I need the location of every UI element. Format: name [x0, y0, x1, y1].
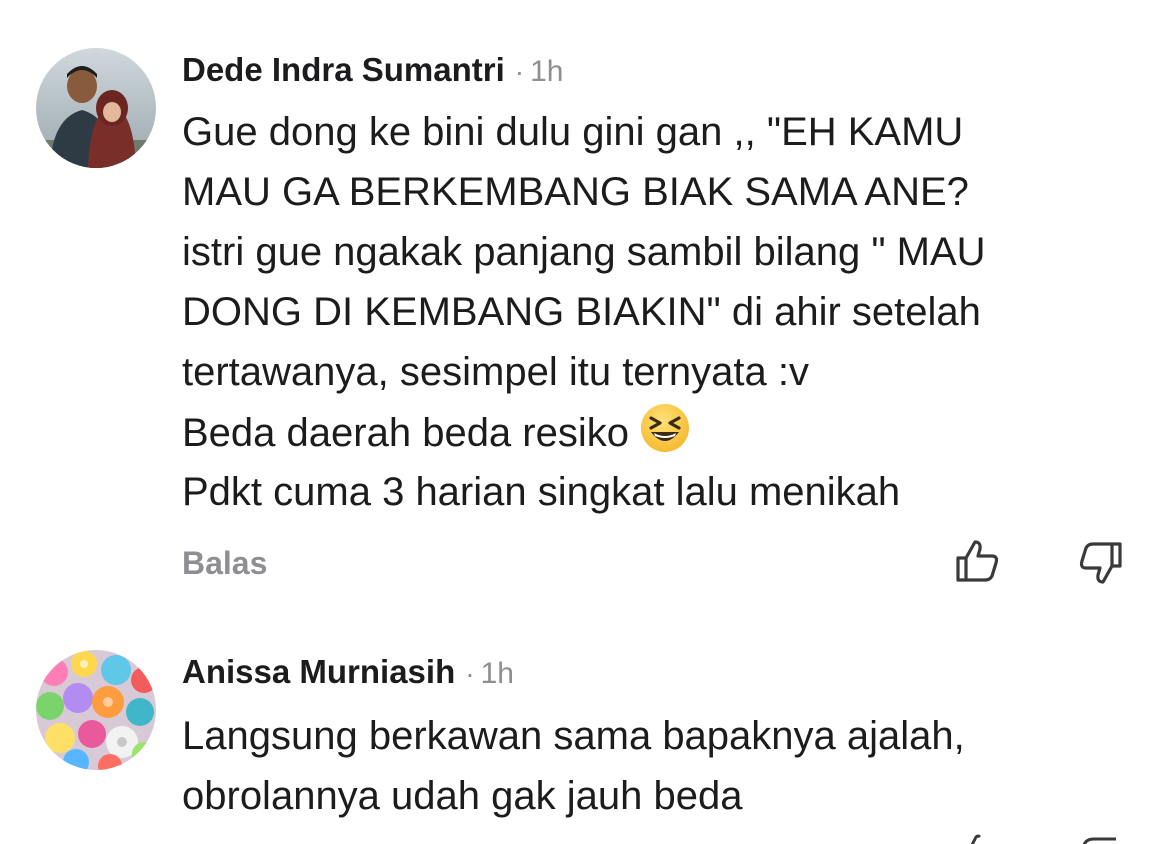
downvote-button[interactable]	[1074, 536, 1126, 588]
thumbs-down-icon	[1079, 542, 1122, 584]
comment-text: Beda daerah beda resiko	[182, 411, 629, 455]
comment-text-line-with-emoji: Beda daerah beda resiko	[182, 402, 691, 463]
comment-text-line: Gue dong ke bini dulu gini gan ,, "EH KA…	[182, 110, 964, 154]
profile-photo-icon	[36, 650, 156, 770]
upvote-button[interactable]	[952, 536, 1004, 588]
comment-item: Dede Indra Sumantri · 1h Gue dong ke bini …	[0, 0, 1170, 620]
comment-text-line: tertawanya, sesimpel itu ternyata :v	[182, 350, 809, 394]
thumbs-up-icon	[956, 540, 999, 582]
author-name[interactable]: Anissa Murniasih	[182, 653, 455, 690]
comment-text-line: Langsung berkawan sama bapaknya ajalah,	[182, 714, 965, 758]
comment-header: Dede Indra Sumantri · 1h	[182, 50, 563, 92]
reply-button[interactable]: Balas	[182, 543, 267, 583]
meta-separator: ·	[465, 658, 475, 689]
comment-text-line: obrolannya udah gak jauh beda	[182, 774, 743, 818]
grinning-squinting-face-emoji-icon	[639, 402, 691, 454]
meta-separator: ·	[514, 56, 525, 87]
comment-text-line: DONG DI KEMBANG BIAKIN" di ahir setelah	[182, 290, 981, 334]
timestamp: 1h	[530, 55, 564, 88]
comment-item: Anissa Murniasih · 1h Langsung berkawan sa…	[0, 620, 1170, 844]
timestamp: 1h	[480, 657, 514, 690]
profile-photo-icon	[36, 48, 156, 168]
comment-header: Anissa Murniasih · 1h	[182, 652, 514, 694]
comment-text-line: Pdkt cuma 3 harian singkat lalu menikah	[182, 470, 901, 514]
comment-text-line: MAU GA BERKEMBANG BIAK SAMA ANE?	[182, 170, 969, 214]
thumbs-up-icon[interactable]	[960, 832, 1000, 844]
author-name[interactable]: Dede Indra Sumantri	[182, 51, 505, 88]
avatar[interactable]	[36, 650, 156, 770]
avatar[interactable]	[36, 48, 156, 168]
comment-text-line: istri gue ngakak panjang sambil bilang "…	[182, 230, 986, 274]
thumbs-down-icon[interactable]	[1080, 832, 1120, 844]
